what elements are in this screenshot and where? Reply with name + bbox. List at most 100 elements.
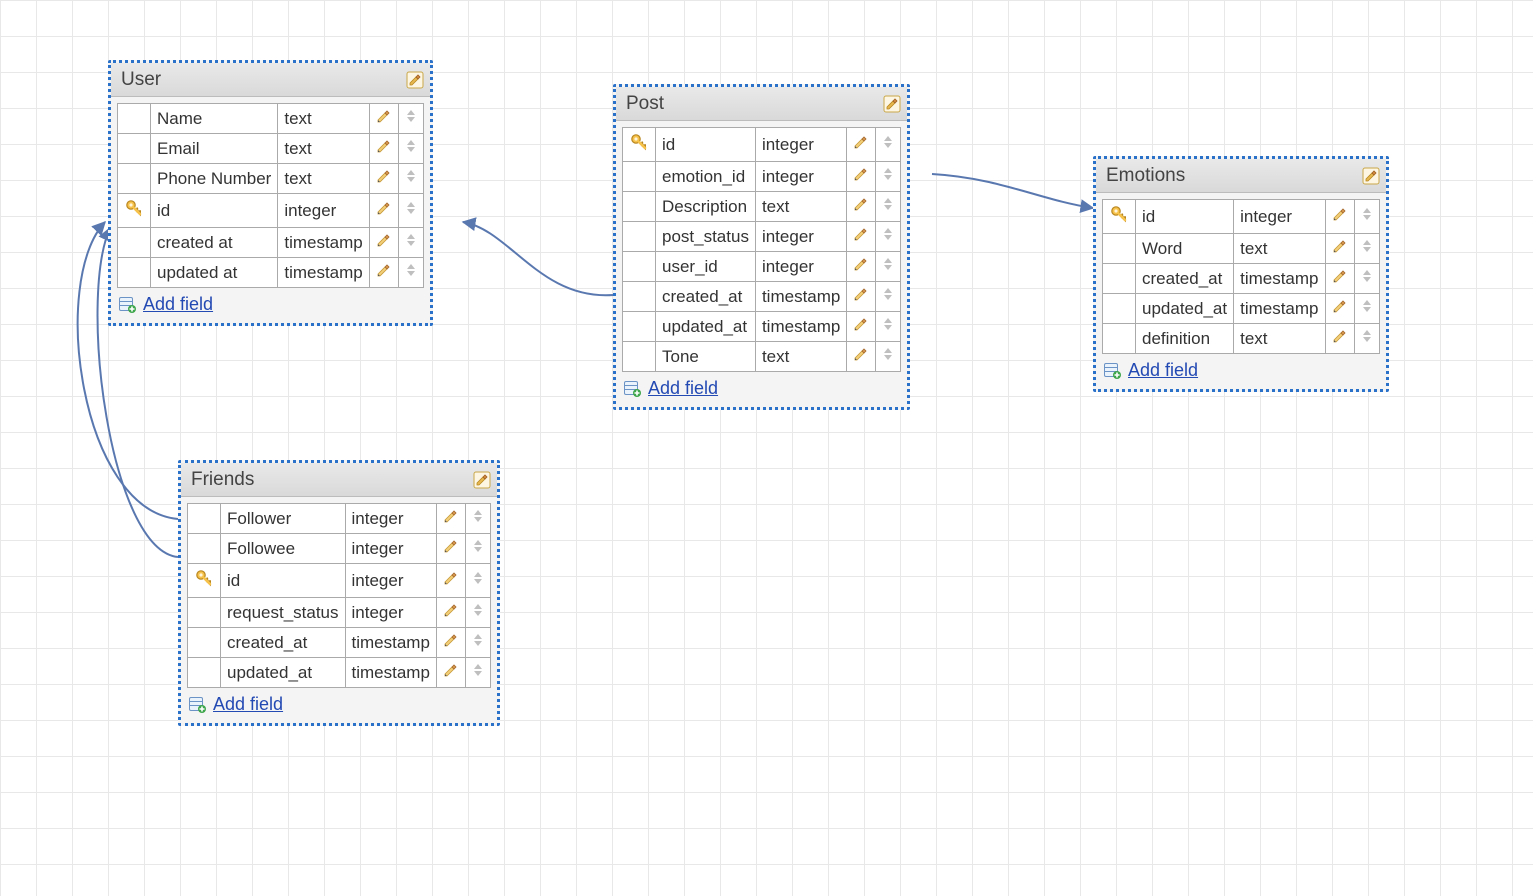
reorder-icon[interactable] [472, 538, 484, 554]
entity-post[interactable]: Postidintegeremotion_idintegerDescriptio… [613, 84, 910, 410]
edit-field-icon[interactable] [853, 134, 869, 150]
edit-field-cell[interactable] [847, 162, 876, 192]
reorder-icon[interactable] [472, 662, 484, 678]
edit-field-cell[interactable] [436, 564, 465, 598]
edit-field-cell[interactable] [1325, 234, 1354, 264]
reorder-icon[interactable] [882, 316, 894, 332]
reorder-field-cell[interactable] [876, 252, 901, 282]
edit-field-icon[interactable] [853, 166, 869, 182]
entity-emotions[interactable]: EmotionsidintegerWordtextcreated_attimes… [1093, 156, 1389, 392]
edit-field-icon[interactable] [853, 316, 869, 332]
edit-field-icon[interactable] [1332, 238, 1348, 254]
edit-field-cell[interactable] [847, 222, 876, 252]
field-row[interactable]: created_attimestamp [188, 628, 491, 658]
reorder-icon[interactable] [882, 134, 894, 150]
edit-field-icon[interactable] [443, 602, 459, 618]
edit-field-cell[interactable] [847, 192, 876, 222]
edit-field-icon[interactable] [376, 108, 392, 124]
edit-field-cell[interactable] [1325, 200, 1354, 234]
edit-field-cell[interactable] [1325, 294, 1354, 324]
reorder-field-cell[interactable] [1354, 324, 1379, 354]
edit-field-icon[interactable] [376, 200, 392, 216]
edit-field-icon[interactable] [853, 256, 869, 272]
field-row[interactable]: definitiontext [1103, 324, 1380, 354]
reorder-field-cell[interactable] [876, 162, 901, 192]
reorder-field-cell[interactable] [465, 658, 490, 688]
edit-entity-icon[interactable] [883, 95, 901, 113]
edit-field-cell[interactable] [369, 104, 398, 134]
reorder-icon[interactable] [882, 286, 894, 302]
reorder-field-cell[interactable] [398, 258, 423, 288]
add-field-row[interactable]: Add field [1096, 356, 1386, 389]
edit-field-icon[interactable] [1332, 328, 1348, 344]
entity-user[interactable]: UserNametextEmailtextPhone Numbertextidi… [108, 60, 433, 326]
edit-field-icon[interactable] [853, 286, 869, 302]
edit-field-cell[interactable] [847, 342, 876, 372]
reorder-field-cell[interactable] [876, 342, 901, 372]
reorder-icon[interactable] [1361, 268, 1373, 284]
reorder-icon[interactable] [882, 346, 894, 362]
field-row[interactable]: created_attimestamp [1103, 264, 1380, 294]
reorder-icon[interactable] [405, 200, 417, 216]
edit-field-icon[interactable] [853, 226, 869, 242]
field-row[interactable]: updated_attimestamp [1103, 294, 1380, 324]
reorder-field-cell[interactable] [1354, 264, 1379, 294]
field-row[interactable]: updated attimestamp [118, 258, 424, 288]
edit-field-cell[interactable] [436, 504, 465, 534]
field-row[interactable]: emotion_idinteger [623, 162, 901, 192]
edit-field-cell[interactable] [436, 598, 465, 628]
field-row[interactable]: Emailtext [118, 134, 424, 164]
add-field-link[interactable]: Add field [648, 378, 718, 399]
field-row[interactable]: updated_attimestamp [623, 312, 901, 342]
edit-field-icon[interactable] [376, 232, 392, 248]
reorder-field-cell[interactable] [465, 598, 490, 628]
reorder-icon[interactable] [882, 226, 894, 242]
reorder-icon[interactable] [882, 166, 894, 182]
edit-field-icon[interactable] [376, 168, 392, 184]
field-row[interactable]: idinteger [623, 128, 901, 162]
edit-field-icon[interactable] [376, 262, 392, 278]
reorder-icon[interactable] [882, 256, 894, 272]
edit-entity-icon[interactable] [473, 471, 491, 489]
reorder-field-cell[interactable] [398, 134, 423, 164]
field-row[interactable]: created_attimestamp [623, 282, 901, 312]
reorder-field-cell[interactable] [398, 194, 423, 228]
reorder-icon[interactable] [1361, 206, 1373, 222]
edit-field-cell[interactable] [369, 164, 398, 194]
edit-field-cell[interactable] [369, 134, 398, 164]
entity-header[interactable]: User [111, 63, 430, 97]
reorder-icon[interactable] [472, 570, 484, 586]
field-row[interactable]: created attimestamp [118, 228, 424, 258]
reorder-field-cell[interactable] [465, 534, 490, 564]
edit-field-cell[interactable] [1325, 324, 1354, 354]
add-field-icon[interactable] [189, 697, 207, 713]
edit-field-icon[interactable] [443, 538, 459, 554]
edit-field-cell[interactable] [436, 534, 465, 564]
reorder-icon[interactable] [1361, 238, 1373, 254]
edit-field-cell[interactable] [1325, 264, 1354, 294]
edit-field-icon[interactable] [443, 508, 459, 524]
edit-field-icon[interactable] [1332, 206, 1348, 222]
field-row[interactable]: Phone Numbertext [118, 164, 424, 194]
edit-field-icon[interactable] [443, 632, 459, 648]
field-row[interactable]: updated_attimestamp [188, 658, 491, 688]
reorder-field-cell[interactable] [465, 564, 490, 598]
entity-header[interactable]: Friends [181, 463, 497, 497]
field-row[interactable]: idinteger [1103, 200, 1380, 234]
field-row[interactable]: Wordtext [1103, 234, 1380, 264]
reorder-field-cell[interactable] [876, 192, 901, 222]
reorder-field-cell[interactable] [1354, 294, 1379, 324]
field-row[interactable]: Followeeinteger [188, 534, 491, 564]
reorder-field-cell[interactable] [1354, 200, 1379, 234]
edit-field-icon[interactable] [376, 138, 392, 154]
reorder-field-cell[interactable] [876, 128, 901, 162]
edit-field-icon[interactable] [443, 662, 459, 678]
edit-field-cell[interactable] [369, 194, 398, 228]
add-field-row[interactable]: Add field [111, 290, 430, 323]
reorder-icon[interactable] [405, 108, 417, 124]
reorder-field-cell[interactable] [398, 164, 423, 194]
reorder-icon[interactable] [1361, 298, 1373, 314]
reorder-field-cell[interactable] [465, 628, 490, 658]
add-field-row[interactable]: Add field [181, 690, 497, 723]
reorder-icon[interactable] [472, 602, 484, 618]
